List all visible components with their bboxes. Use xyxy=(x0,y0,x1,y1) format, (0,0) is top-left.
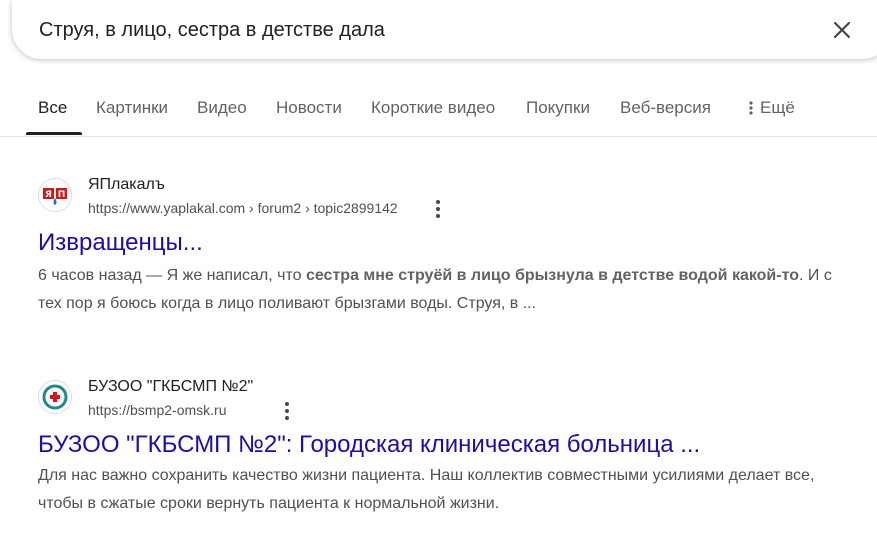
result-title-link[interactable]: Извращенцы... xyxy=(38,229,203,257)
snippet-text: Я же написал, что xyxy=(166,267,306,284)
tab-web[interactable]: Веб-версия xyxy=(620,98,711,118)
tab-shopping[interactable]: Покупки xyxy=(526,98,590,118)
dot-icon xyxy=(436,207,440,211)
dot-icon xyxy=(436,214,440,218)
tab-video[interactable]: Видео xyxy=(197,98,247,118)
result-options-button[interactable] xyxy=(430,199,446,219)
active-tab-indicator xyxy=(26,132,82,135)
dot-icon xyxy=(285,402,289,406)
tab-more[interactable]: Ещё xyxy=(748,98,795,118)
tab-images[interactable]: Картинки xyxy=(96,98,168,118)
result-snippet: 6 часов назад — Я же написал, что сестра… xyxy=(38,262,858,318)
svg-text:Я: Я xyxy=(45,190,52,200)
result-snippet: Для нас важно сохранить качество жизни п… xyxy=(38,467,815,512)
snippet-date: 6 часов назад xyxy=(38,267,142,284)
search-bar xyxy=(12,0,877,59)
close-icon xyxy=(833,21,851,39)
tab-news[interactable]: Новости xyxy=(276,98,342,118)
clear-search-button[interactable] xyxy=(828,16,856,44)
site-favicon: Я П xyxy=(38,178,72,212)
dot-icon xyxy=(436,200,440,204)
snippet-separator: — xyxy=(141,267,167,284)
snippet-highlight: сестра мне струёй в лицо брызнула в детс… xyxy=(305,267,799,284)
dot-icon xyxy=(285,416,289,420)
tab-short-videos[interactable]: Короткие видео xyxy=(371,98,495,118)
hospital-logo-icon xyxy=(42,384,68,410)
site-name[interactable]: БУЗОО "ГКБСМП №2" xyxy=(88,378,253,396)
search-input[interactable] xyxy=(39,17,799,43)
dot-icon xyxy=(285,409,289,413)
svg-text:П: П xyxy=(58,190,66,200)
tab-more-label: Ещё xyxy=(760,98,795,117)
site-name[interactable]: ЯПлакалъ xyxy=(88,176,165,194)
site-url[interactable]: https://bsmp2-omsk.ru xyxy=(88,402,227,418)
tab-all[interactable]: Все xyxy=(38,98,67,118)
yaplakal-logo-icon: Я П xyxy=(43,188,67,205)
result-options-button[interactable] xyxy=(279,401,295,421)
site-url[interactable]: https://www.yaplakal.com › forum2 › topi… xyxy=(88,200,398,216)
search-tabs: Все Картинки Видео Новости Короткие виде… xyxy=(0,84,877,137)
site-favicon xyxy=(38,380,72,414)
result-title-link[interactable]: БУЗОО "ГКБСМП №2": Городская клиническая… xyxy=(38,431,700,459)
more-vert-icon xyxy=(749,101,753,115)
